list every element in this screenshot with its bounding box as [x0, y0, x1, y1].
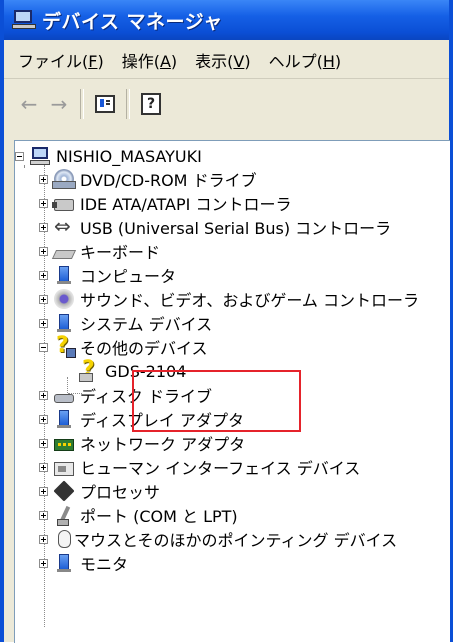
expand-toggle[interactable] [39, 390, 48, 400]
ide-controller-icon [52, 199, 74, 211]
tree-label: ネットワーク アダプタ [80, 435, 246, 454]
tree-label: コンピュータ [80, 267, 177, 286]
tree-item-ports[interactable]: ポート (COM と LPT) [39, 503, 238, 527]
menu-file[interactable]: ファイル(F) [18, 48, 104, 72]
processor-icon [53, 480, 75, 502]
expand-toggle[interactable] [39, 438, 48, 448]
tree-item-dvd-cdrom[interactable]: DVD/CD-ROM ドライブ [39, 167, 257, 191]
menu-bar: ファイル(F) 操作(A) 表示(V) ヘルプ(H) [4, 42, 449, 79]
expand-toggle[interactable] [39, 318, 48, 328]
tree-root[interactable]: NISHIO_MASAYUKI [15, 144, 202, 168]
expand-toggle[interactable] [39, 510, 48, 520]
expand-toggle[interactable] [39, 222, 48, 232]
sound-icon [54, 289, 74, 309]
cd-drive-icon [52, 169, 76, 189]
tree-label: モニタ [80, 555, 129, 574]
unknown-device-icon [79, 357, 99, 382]
mouse-icon [58, 530, 71, 548]
forward-button[interactable]: → [44, 89, 74, 119]
tree-label: IDE ATA/ATAPI コントローラ [80, 195, 292, 214]
tree-label: キーボード [80, 243, 161, 262]
tree-item-ide[interactable]: IDE ATA/ATAPI コントローラ [39, 191, 291, 215]
tree-label: ヒューマン インターフェイス デバイス [80, 459, 361, 478]
tree-label: ポート (COM と LPT) [80, 507, 238, 526]
help-button[interactable]: ? [136, 89, 166, 119]
expand-toggle[interactable] [39, 270, 48, 280]
window-title: デバイス マネージャ [42, 10, 223, 33]
collapse-toggle[interactable] [39, 342, 48, 352]
tree-label: DVD/CD-ROM ドライブ [80, 171, 257, 190]
port-icon [54, 505, 74, 526]
tree-label: サウンド、ビデオ、およびゲーム コントローラ [80, 291, 420, 310]
tree-label: マウスとそのほかのポインティング デバイス [74, 531, 398, 550]
network-adapter-icon [54, 439, 74, 451]
toolbar-separator [126, 89, 130, 119]
tree-item-sound[interactable]: サウンド、ビデオ、およびゲーム コントローラ [39, 287, 419, 311]
back-button[interactable]: ← [14, 89, 44, 119]
tree-item-monitor[interactable]: モニタ [39, 551, 128, 575]
menu-action[interactable]: 操作(A) [122, 48, 177, 72]
tree-item-keyboard[interactable]: キーボード [39, 239, 160, 263]
help-icon: ? [141, 93, 161, 115]
back-arrow-icon: ← [20, 92, 38, 116]
keyboard-icon [51, 249, 77, 259]
properties-button[interactable] [90, 89, 120, 119]
tree-item-usb[interactable]: USB (Universal Serial Bus) コントローラ [39, 214, 392, 239]
forward-arrow-icon: → [50, 92, 68, 116]
tree-item-computer[interactable]: コンピュータ [39, 263, 176, 287]
title-bar[interactable]: デバイス マネージャ [4, 0, 449, 40]
display-adapter-icon [54, 409, 74, 429]
tree-item-mouse[interactable]: マウスとそのほかのポインティング デバイス [39, 527, 397, 551]
tree-label: その他のデバイス [80, 339, 208, 358]
monitor-icon [54, 553, 74, 573]
expand-toggle[interactable] [39, 462, 48, 472]
expand-toggle[interactable] [39, 246, 48, 256]
hid-icon [54, 461, 74, 476]
computer-blue-icon [54, 265, 74, 285]
tree-label: NISHIO_MASAYUKI [56, 146, 202, 166]
tree-item-other-devices[interactable]: その他のデバイス [39, 333, 208, 359]
expand-toggle[interactable] [39, 294, 48, 304]
highlight-annotation-box [132, 370, 301, 432]
tree-label: USB (Universal Serial Bus) コントローラ [80, 219, 392, 238]
expand-toggle[interactable] [39, 534, 48, 544]
device-manager-window: デバイス マネージャ ファイル(F) 操作(A) 表示(V) ヘルプ(H) ← … [0, 0, 453, 643]
tree-label: プロセッサ [80, 483, 161, 502]
tree-item-hid[interactable]: ヒューマン インターフェイス デバイス [39, 455, 360, 479]
usb-icon [54, 214, 74, 238]
expand-toggle[interactable] [39, 486, 48, 496]
properties-icon [95, 95, 115, 113]
device-manager-icon [12, 10, 36, 30]
expand-toggle[interactable] [39, 558, 48, 568]
tree-label: システム デバイス [80, 315, 213, 334]
system-device-icon [54, 313, 74, 333]
collapse-toggle[interactable] [15, 151, 24, 161]
computer-icon [30, 146, 50, 166]
expand-toggle[interactable] [39, 198, 48, 208]
unknown-device-icon [54, 333, 76, 358]
toolbar: ← → ? [4, 80, 449, 128]
tree-item-system[interactable]: システム デバイス [39, 311, 212, 335]
menu-view[interactable]: 表示(V) [195, 48, 250, 72]
tree-item-network-adapter[interactable]: ネットワーク アダプタ [39, 431, 245, 455]
expand-toggle[interactable] [39, 414, 48, 424]
tree-item-processor[interactable]: プロセッサ [39, 479, 160, 503]
expand-toggle[interactable] [39, 174, 48, 184]
menu-help[interactable]: ヘルプ(H) [269, 48, 342, 72]
disk-drive-icon [54, 393, 74, 403]
toolbar-separator [80, 89, 84, 119]
